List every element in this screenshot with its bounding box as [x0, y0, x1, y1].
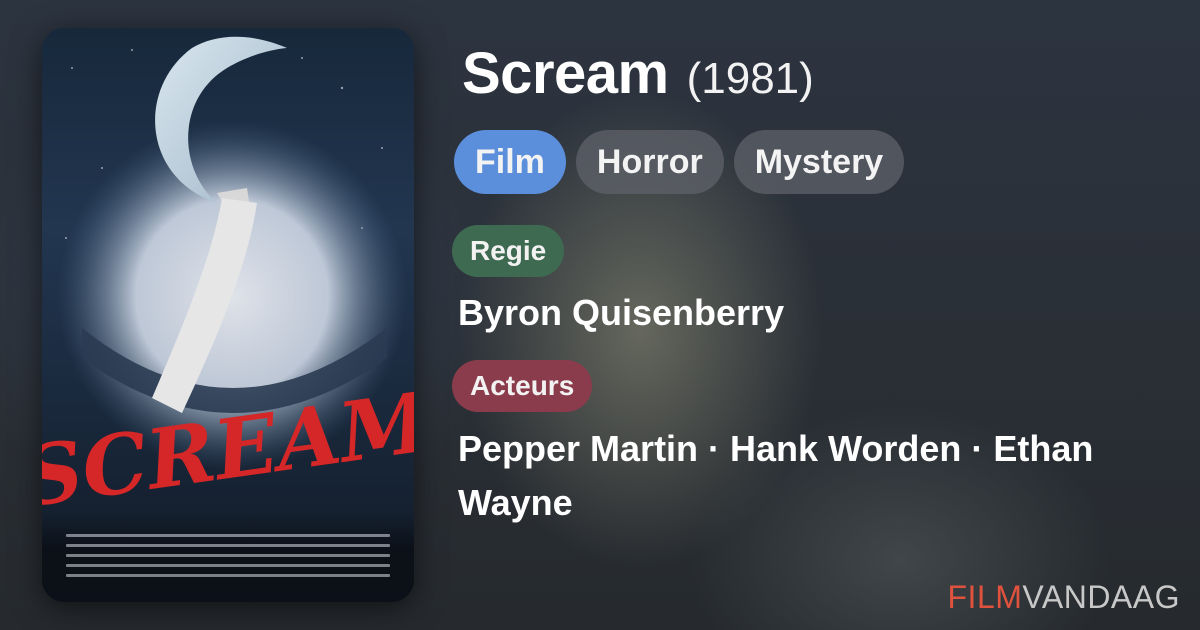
chip-horror[interactable]: Horror	[575, 130, 724, 194]
genre-chips: Film Horror Mystery	[454, 130, 905, 194]
cast-names[interactable]: Pepper Martin · Hank Worden · Ethan Wayn…	[458, 422, 1158, 530]
logo-film: FILM	[947, 579, 1023, 615]
director-name[interactable]: Byron Quisenberry	[458, 286, 784, 340]
logo-vandaag: VANDAAG	[1022, 579, 1180, 615]
title-row: Scream (1981)	[462, 40, 814, 107]
filmvandaag-logo[interactable]: FILMVANDAAG	[948, 579, 1181, 616]
movie-title: Scream	[462, 41, 669, 106]
movie-year: (1981)	[686, 54, 814, 103]
chip-mystery[interactable]: Mystery	[733, 130, 905, 194]
chip-film[interactable]: Film	[454, 130, 566, 194]
regie-label: Regie	[452, 225, 565, 277]
poster-credits	[42, 512, 414, 602]
acteurs-label: Acteurs	[452, 360, 593, 412]
movie-poster[interactable]: SCREAM	[42, 28, 414, 602]
